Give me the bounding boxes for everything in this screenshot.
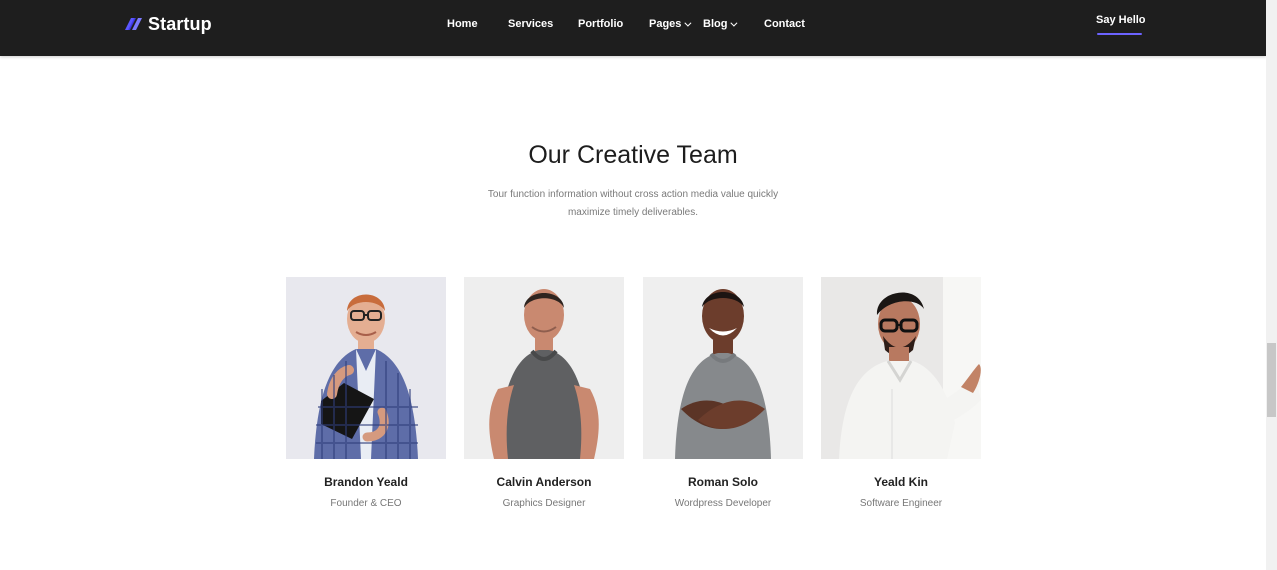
nav-portfolio[interactable]: Portfolio xyxy=(578,16,649,32)
nav-services[interactable]: Services xyxy=(508,16,578,32)
nav-home[interactable]: Home xyxy=(447,16,508,32)
team-member-card: Roman Solo Wordpress Developer xyxy=(643,277,803,527)
team-member-photo-image xyxy=(464,277,624,459)
main-navigation: Home Services Portfolio Pages Blog Conta… xyxy=(447,16,814,32)
team-section-title: Our Creative Team xyxy=(528,141,738,169)
team-member-card: Calvin Anderson Graphics Designer xyxy=(464,277,624,527)
vertical-scrollbar-thumb[interactable] xyxy=(1267,343,1276,417)
team-section-subtitle: Tour function information without cross … xyxy=(487,189,779,218)
nav-contact-label: Contact xyxy=(764,18,805,30)
nav-services-label: Services xyxy=(508,18,554,30)
vertical-scrollbar-track[interactable] xyxy=(1266,0,1277,570)
team-member-role: Graphics Designer xyxy=(502,498,586,509)
team-member-role: Wordpress Developer xyxy=(674,498,772,509)
team-member-photo-image xyxy=(286,277,446,459)
team-page: Startup Home Services Portfolio Pages Bl… xyxy=(0,0,1277,570)
team-member-photo xyxy=(286,277,446,459)
brand-logo[interactable]: Startup xyxy=(124,12,212,36)
team-member-name: Calvin Anderson xyxy=(496,475,592,489)
say-hello-button[interactable]: Say Hello xyxy=(1096,13,1146,27)
startup-logo-icon xyxy=(125,18,142,30)
team-member-photo xyxy=(464,277,624,459)
say-hello-underline xyxy=(1097,33,1142,35)
team-member-name: Yeald Kin xyxy=(873,475,929,489)
team-member-photo-image xyxy=(821,277,981,459)
chevron-down-icon xyxy=(730,19,738,27)
team-member-card: Yeald Kin Software Engineer xyxy=(821,277,981,527)
team-member-photo xyxy=(643,277,803,459)
brand-name: Startup xyxy=(148,14,212,34)
nav-pages-label: Pages xyxy=(649,18,682,30)
nav-portfolio-label: Portfolio xyxy=(578,18,624,30)
nav-pages-dropdown[interactable]: Pages xyxy=(649,16,703,32)
team-member-card: Brandon Yeald Founder & CEO xyxy=(286,277,446,527)
team-member-name: Brandon Yeald xyxy=(324,475,408,489)
nav-home-label: Home xyxy=(447,18,478,30)
nav-blog-dropdown[interactable]: Blog xyxy=(703,16,764,32)
nav-contact[interactable]: Contact xyxy=(764,16,814,32)
team-member-role: Software Engineer xyxy=(859,498,943,509)
chevron-down-icon xyxy=(684,19,692,27)
team-member-photo-image xyxy=(643,277,803,459)
top-navbar: Startup Home Services Portfolio Pages Bl… xyxy=(0,0,1266,56)
team-member-name: Roman Solo xyxy=(687,475,758,489)
team-member-role: Founder & CEO xyxy=(330,498,402,509)
nav-blog-label: Blog xyxy=(703,18,728,30)
team-member-photo xyxy=(821,277,981,459)
